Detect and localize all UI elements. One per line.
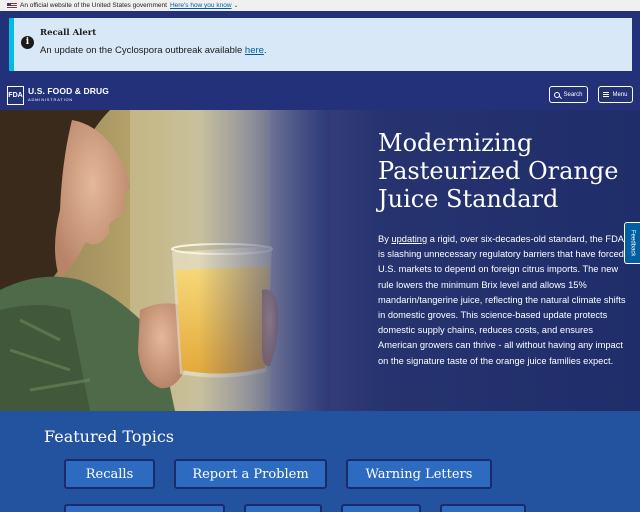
- feedback-tab[interactable]: Feedback: [624, 222, 640, 264]
- menu-button[interactable]: Menu: [598, 86, 633, 103]
- topic-button[interactable]: [440, 504, 526, 512]
- logo-sub-text: ADMINISTRATION: [28, 97, 74, 102]
- topic-recalls-button[interactable]: Recalls: [64, 459, 155, 489]
- woman-drinking-juice-image: [0, 110, 330, 411]
- logo-main-text: U.S. FOOD & DRUG: [28, 86, 109, 96]
- recall-alert: i Recall Alert An update on the Cyclospo…: [9, 18, 632, 71]
- featured-topics-section: Featured Topics Recalls Report a Problem…: [0, 411, 640, 512]
- hero-description: By updating a rigid, over six-decades-ol…: [378, 232, 626, 369]
- fda-logo-text[interactable]: U.S. FOOD & DRUG ADMINISTRATION: [28, 86, 109, 102]
- site-header: FDA U.S. FOOD & DRUG ADMINISTRATION Sear…: [0, 78, 640, 110]
- alert-region: i Recall Alert An update on the Cyclospo…: [0, 11, 640, 78]
- topic-button[interactable]: [64, 504, 225, 512]
- chevron-down-icon[interactable]: ⌄: [234, 2, 239, 9]
- featured-topics-heading: Featured Topics: [44, 427, 175, 446]
- info-icon: i: [21, 36, 34, 49]
- hero-desc-rest: a rigid, over six-decades-old standard, …: [378, 234, 626, 366]
- us-flag-icon: [7, 2, 17, 9]
- menu-label: Menu: [612, 91, 628, 98]
- search-button[interactable]: Search: [549, 86, 588, 103]
- topic-report-a-problem-button[interactable]: Report a Problem: [174, 459, 327, 489]
- topic-button[interactable]: [244, 504, 322, 512]
- search-label: Search: [563, 91, 583, 98]
- updating-link[interactable]: updating: [391, 234, 427, 244]
- topic-button[interactable]: [341, 504, 421, 512]
- alert-here-link[interactable]: here: [245, 45, 264, 56]
- hero-title: Modernizing Pasteurized Orange Juice Sta…: [378, 129, 619, 213]
- heres-how-you-know-link[interactable]: Here's how you know: [170, 2, 232, 9]
- hero-desc-prefix: By: [378, 234, 392, 244]
- hamburger-icon: [603, 92, 610, 97]
- alert-body: An update on the Cyclospora outbreak ava…: [40, 45, 267, 56]
- fda-logo-icon[interactable]: FDA: [7, 86, 24, 105]
- hero-banner: Modernizing Pasteurized Orange Juice Sta…: [0, 110, 640, 411]
- topic-warning-letters-button[interactable]: Warning Letters: [346, 459, 492, 489]
- alert-text: An update on the Cyclospora outbreak ava…: [40, 45, 243, 56]
- gov-banner: An official website of the United States…: [0, 0, 640, 11]
- gov-banner-text: An official website of the United States…: [20, 2, 167, 9]
- search-icon: [554, 91, 561, 98]
- alert-title: Recall Alert: [40, 28, 97, 38]
- alert-suffix: .: [263, 45, 267, 56]
